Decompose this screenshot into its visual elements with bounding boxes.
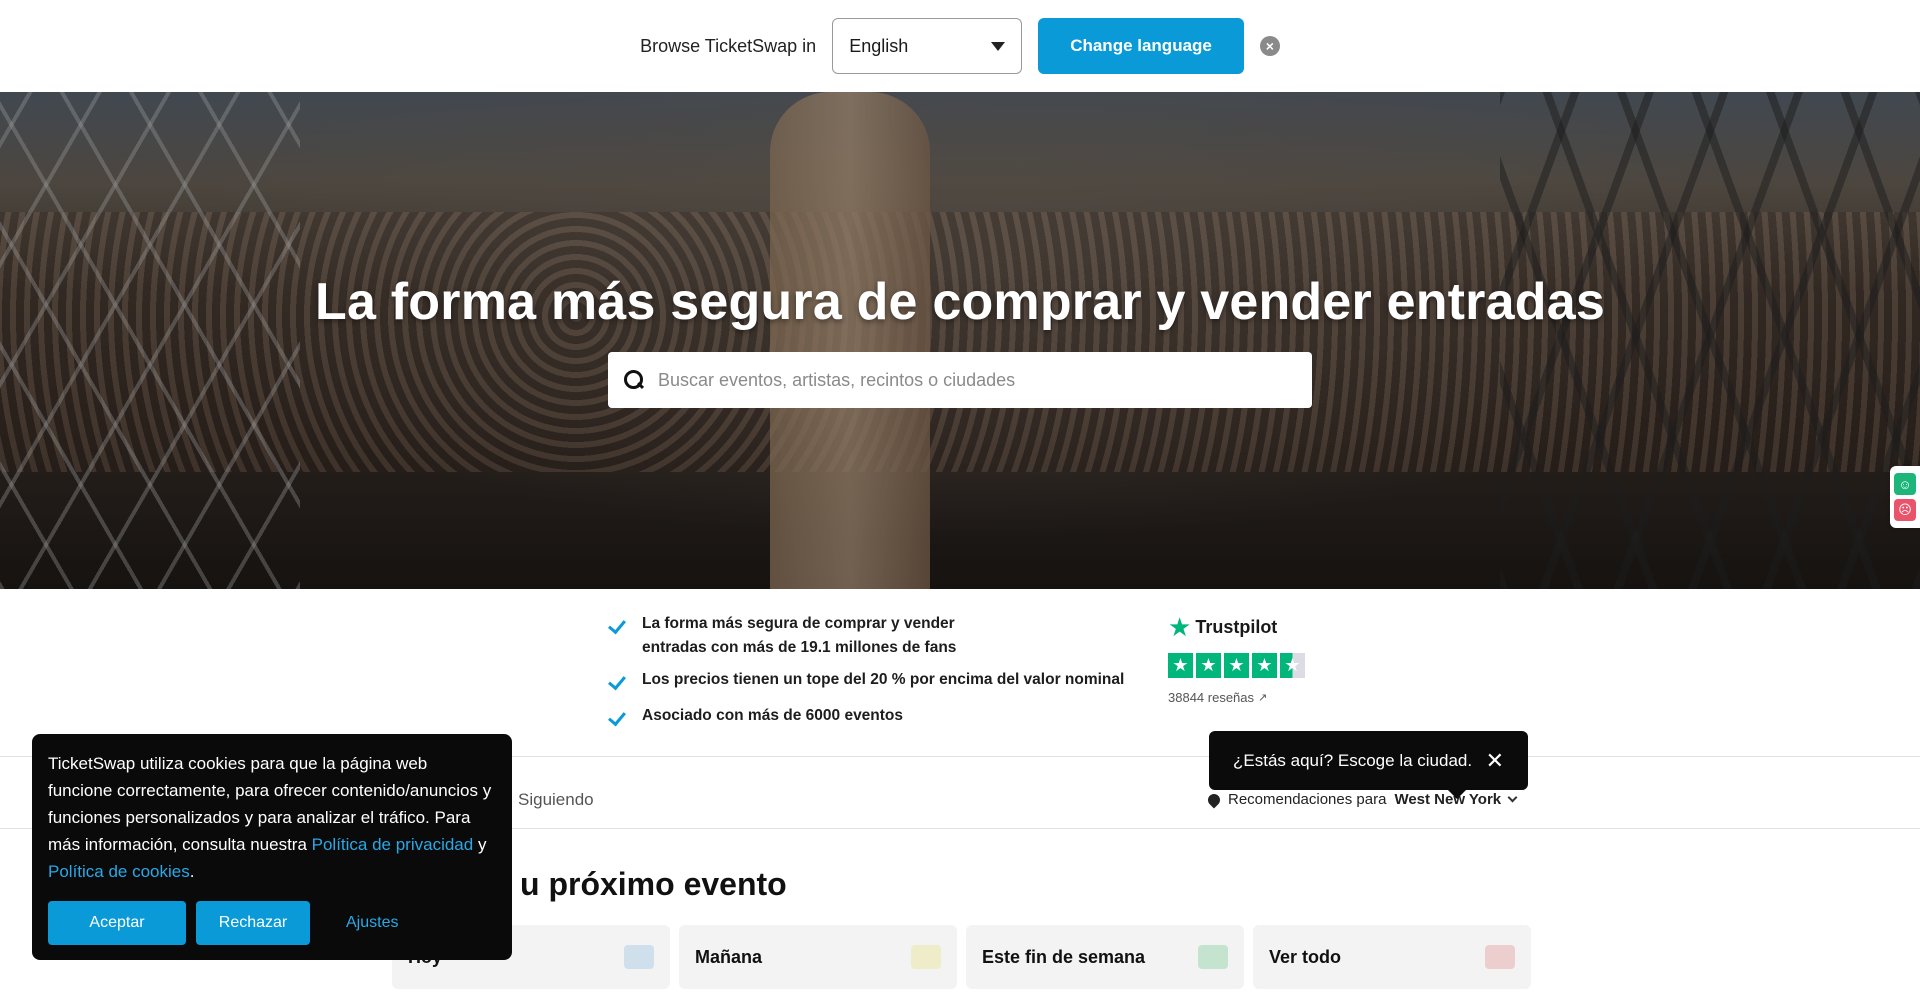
usp-text: Los precios tienen un tope del 20 % por … bbox=[642, 671, 1125, 688]
feedback-widget[interactable]: ☺ ☹ bbox=[1890, 466, 1920, 528]
location-selector[interactable]: Recomendaciones para West New York bbox=[1205, 791, 1518, 808]
star-icon: ★ bbox=[1196, 653, 1221, 678]
language-bar: Browse TicketSwap in English Change lang… bbox=[0, 0, 1920, 92]
calendar-icon bbox=[911, 945, 941, 969]
city-tooltip: ¿Estás aquí? Escoge la ciudad. ✕ bbox=[1209, 731, 1528, 799]
trustpilot-rating-stars: ★ ★ ★ ★ ★ bbox=[1168, 653, 1305, 678]
tab-following[interactable]: Siguiendo bbox=[518, 790, 594, 810]
accept-button[interactable]: Aceptar bbox=[48, 901, 186, 945]
search-input[interactable] bbox=[658, 369, 1278, 391]
usp-list: La forma más segura de comprar y vender … bbox=[608, 612, 1148, 740]
cookie-buttons: Aceptar Rechazar Ajustes bbox=[48, 901, 496, 945]
chip-weekend[interactable]: Este fin de semana bbox=[966, 925, 1244, 989]
hero-headline: La forma más segura de comprar y vender … bbox=[315, 273, 1605, 331]
chip-label: Este fin de semana bbox=[982, 946, 1146, 967]
trustpilot-star-icon: ★ bbox=[1168, 612, 1192, 642]
check-icon bbox=[608, 704, 628, 728]
settings-link[interactable]: Ajustes bbox=[346, 914, 398, 932]
date-filter-chips: Hoy Mañana Este fin de semana Ver todo bbox=[392, 925, 1531, 989]
trustpilot-reviews-link[interactable]: 38844 reseñas ↗ bbox=[1168, 690, 1305, 705]
trustpilot-widget[interactable]: ★ Trustpilot ★ ★ ★ ★ ★ 38844 reseñas ↗ bbox=[1168, 612, 1305, 705]
close-icon[interactable]: ✕ bbox=[1486, 749, 1504, 771]
language-select[interactable]: English bbox=[832, 18, 1023, 74]
change-language-button[interactable]: Change language bbox=[1038, 18, 1244, 74]
reject-button[interactable]: Rechazar bbox=[196, 901, 310, 945]
chevron-down-icon bbox=[991, 41, 1006, 51]
chevron-down-icon bbox=[1507, 792, 1518, 803]
location-pin-icon bbox=[1205, 791, 1223, 808]
city-tooltip-text: ¿Estás aquí? Escoge la ciudad. bbox=[1233, 750, 1473, 770]
star-icon: ★ bbox=[1168, 653, 1193, 678]
sad-face-icon[interactable]: ☹ bbox=[1894, 499, 1916, 521]
calendar-icon bbox=[1485, 945, 1515, 969]
usp-item: Los precios tienen un tope del 20 % por … bbox=[608, 668, 1148, 692]
cookie-banner: TicketSwap utiliza cookies para que la p… bbox=[32, 734, 512, 960]
search-icon bbox=[624, 370, 644, 390]
location-prefix: Recomendaciones para bbox=[1228, 791, 1387, 808]
hero-overlay bbox=[0, 92, 1920, 589]
reviews-count: 38844 reseñas bbox=[1168, 690, 1255, 705]
star-icon: ★ bbox=[1224, 653, 1249, 678]
usp-item: La forma más segura de comprar y vender … bbox=[608, 612, 1148, 660]
chip-tomorrow[interactable]: Mañana bbox=[679, 925, 957, 989]
section-title: u próximo evento bbox=[520, 866, 787, 902]
cookie-text: TicketSwap utiliza cookies para que la p… bbox=[48, 750, 496, 885]
cookie-policy-link[interactable]: Política de cookies bbox=[48, 862, 190, 881]
external-link-icon: ↗ bbox=[1258, 692, 1268, 704]
usp-item: Asociado con más de 6000 eventos bbox=[608, 704, 1148, 728]
chip-view-all[interactable]: Ver todo bbox=[1253, 925, 1531, 989]
calendar-icon bbox=[1198, 945, 1228, 969]
cookie-text-conjunction: y bbox=[473, 835, 487, 854]
trustpilot-name: Trustpilot bbox=[1195, 616, 1278, 637]
chip-label: Ver todo bbox=[1269, 946, 1342, 967]
browse-label: Browse TicketSwap in bbox=[640, 35, 817, 56]
usp-text: La forma más segura de comprar y vender … bbox=[642, 615, 957, 656]
happy-face-icon[interactable]: ☺ bbox=[1894, 473, 1916, 495]
search-bar[interactable] bbox=[608, 352, 1312, 408]
calendar-icon bbox=[624, 945, 654, 969]
half-star-icon: ★ bbox=[1280, 653, 1305, 678]
cookie-text-period: . bbox=[189, 862, 195, 881]
check-icon bbox=[608, 668, 628, 692]
hero-banner: La forma más segura de comprar y vender … bbox=[0, 92, 1920, 589]
close-icon[interactable]: × bbox=[1259, 36, 1280, 56]
language-select-value: English bbox=[849, 35, 909, 56]
trustpilot-logo: ★ Trustpilot bbox=[1168, 612, 1305, 642]
privacy-policy-link[interactable]: Política de privacidad bbox=[312, 835, 474, 854]
usp-text: Asociado con más de 6000 eventos bbox=[642, 707, 904, 724]
chip-label: Mañana bbox=[695, 946, 763, 967]
star-icon: ★ bbox=[1252, 653, 1277, 678]
check-icon bbox=[608, 612, 628, 636]
